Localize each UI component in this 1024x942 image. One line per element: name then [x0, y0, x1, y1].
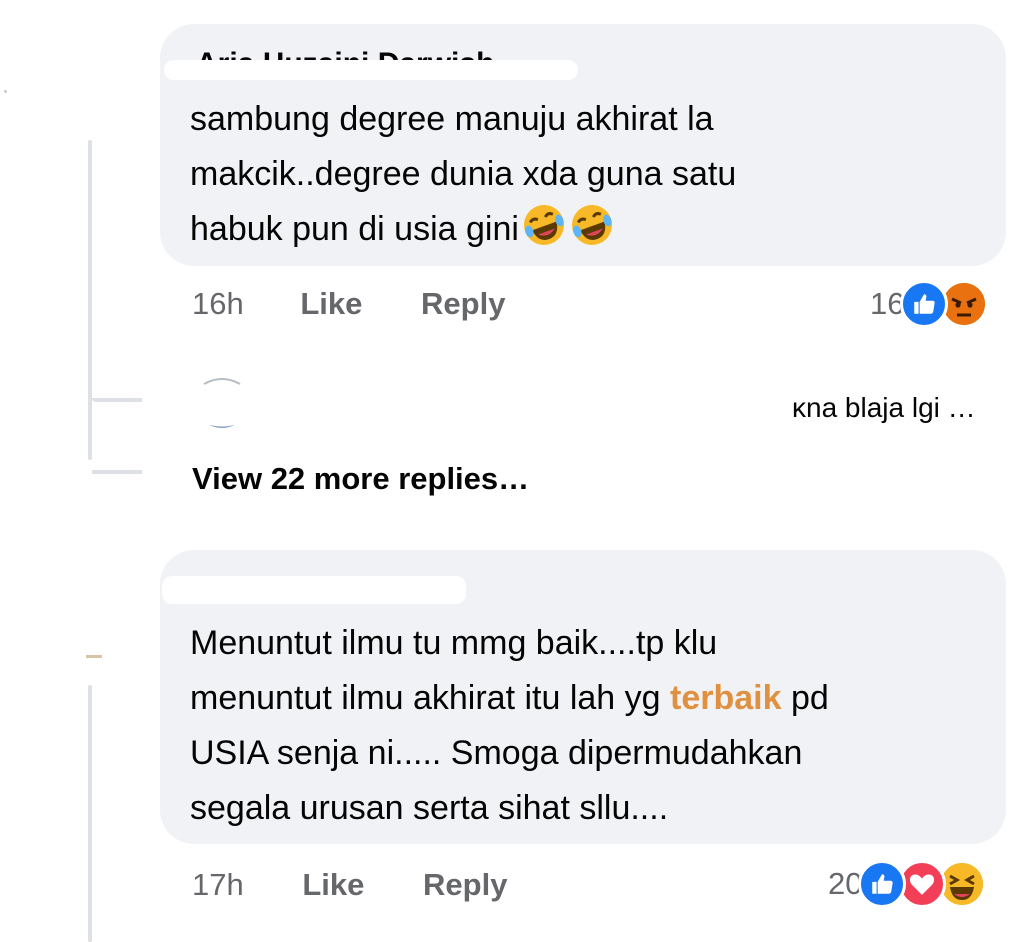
reaction-summary-1[interactable]: 16: [870, 280, 989, 328]
comment-line-4: segala urusan serta sihat sllu....: [190, 789, 669, 827]
comment-time[interactable]: 16h: [192, 286, 244, 321]
comment-actions-2: 17h Like Reply: [192, 867, 507, 903]
thread-connector-reply: [92, 398, 142, 402]
thread-line-2: [88, 685, 92, 942]
comment-line-1: Menuntut ilmu tu mmg baik....tp klu: [190, 624, 718, 662]
comment-time[interactable]: 17h: [192, 867, 244, 902]
view-more-replies-link[interactable]: View 22 more replies…: [192, 461, 529, 497]
comment-line-2: menuntut ilmu akhirat itu lah yg terbaik…: [190, 679, 829, 717]
thread-line-1: [88, 140, 92, 460]
reply-avatar[interactable]: [194, 372, 250, 428]
like-button[interactable]: Like: [302, 867, 364, 902]
comment-line-1: sambung degree manuju akhirat la: [190, 100, 714, 138]
comment-text: Menuntut ilmu tu mmg baik....tp klu menu…: [190, 616, 829, 836]
comment-line-3: habuk pun di usia gini: [190, 202, 736, 265]
author-name-redaction: [162, 576, 466, 604]
highlighted-keyword[interactable]: terbaik: [670, 679, 782, 717]
comment-text: sambung degree manuju akhirat la makcik.…: [190, 92, 736, 265]
author-name-redaction: [164, 60, 578, 80]
reply-button[interactable]: Reply: [423, 867, 507, 902]
reply-button[interactable]: Reply: [421, 286, 505, 321]
comment-bubble-1: Aria Huzaini Darwish sambung degree manu…: [160, 24, 1006, 266]
comment-line-2: makcik..degree dunia xda guna satu: [190, 155, 737, 193]
reaction-count: 16: [870, 286, 905, 321]
decorative-dash: [86, 655, 102, 658]
reaction-count: 20: [828, 866, 863, 901]
decorative-dot: [4, 90, 7, 93]
reaction-summary-2[interactable]: 20: [828, 860, 987, 908]
like-icon: [858, 860, 907, 908]
reply-snippet[interactable]: ĸna blaja lgi …: [792, 392, 976, 424]
comment-bubble-2: Menuntut ilmu tu mmg baik....tp klu menu…: [160, 550, 1006, 844]
like-icon: [900, 280, 949, 328]
rofl-emoji-icon: [521, 202, 567, 265]
comment-actions-1: 16h Like Reply: [192, 286, 505, 322]
thread-connector-view-more: [92, 470, 142, 474]
like-button[interactable]: Like: [300, 286, 362, 321]
comment-line-3: USIA senja ni..... Smoga dipermudahkan: [190, 734, 803, 772]
rofl-emoji-icon: [569, 202, 615, 265]
